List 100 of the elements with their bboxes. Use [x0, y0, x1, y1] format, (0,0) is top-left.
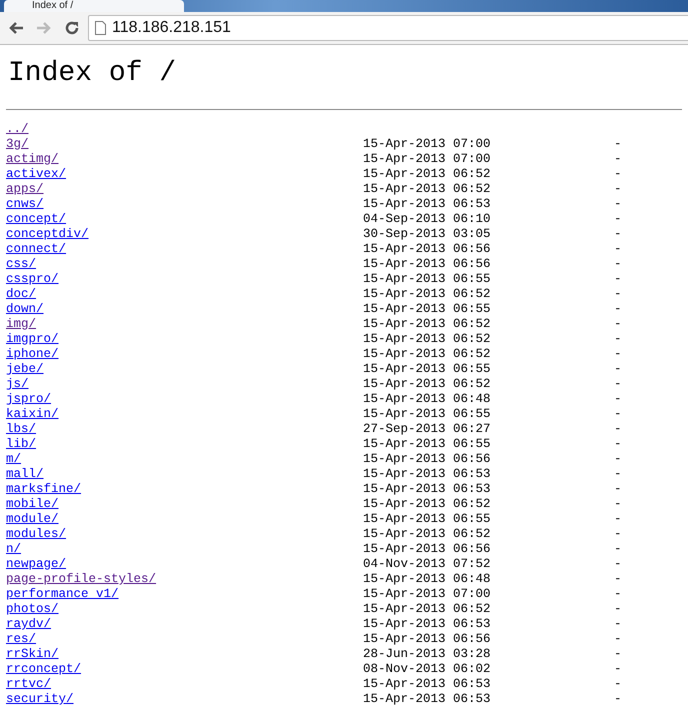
directory-link[interactable]: jebe/: [6, 362, 44, 376]
directory-link[interactable]: connect/: [6, 242, 66, 256]
size-text: -: [614, 557, 622, 572]
directory-link[interactable]: concept/: [6, 212, 66, 226]
size-text: -: [614, 152, 622, 167]
size-text: -: [614, 317, 622, 332]
directory-link[interactable]: mall/: [6, 467, 44, 481]
size-text: -: [614, 482, 622, 497]
address-bar[interactable]: 118.186.218.151: [88, 15, 688, 41]
directory-link[interactable]: modules/: [6, 527, 66, 541]
directory-link[interactable]: photos/: [6, 602, 59, 616]
modified-date: 15-Apr-2013 06:52: [363, 317, 492, 332]
directory-link[interactable]: page-profile-styles/: [6, 572, 156, 586]
modified-date: 15-Apr-2013 06:53: [363, 692, 492, 707]
modified-date: 15-Apr-2013 06:55: [363, 407, 492, 422]
modified-date: 15-Apr-2013 06:56: [363, 452, 492, 467]
size-text: -: [614, 182, 622, 197]
directory-link[interactable]: cnws/: [6, 197, 44, 211]
size-text: -: [614, 257, 622, 272]
directory-link[interactable]: rrconcept/: [6, 662, 82, 676]
size-text: -: [614, 407, 622, 422]
directory-link[interactable]: css/: [6, 257, 36, 271]
size-text: -: [614, 617, 622, 632]
size-text: -: [614, 587, 622, 602]
size-text: -: [614, 542, 622, 557]
size-text: -: [614, 677, 622, 692]
modified-date: 15-Apr-2013 06:53: [363, 197, 492, 212]
browser-tab[interactable]: Index of /: [4, 0, 184, 12]
directory-link[interactable]: down/: [6, 302, 44, 316]
size-text: -: [614, 437, 622, 452]
size-text: -: [614, 137, 622, 152]
modified-date: 15-Apr-2013 06:53: [363, 467, 492, 482]
modified-date: 15-Apr-2013 06:55: [363, 437, 492, 452]
modified-date: 04-Nov-2013 07:52: [363, 557, 492, 572]
directory-link[interactable]: performance v1/: [6, 587, 119, 601]
modified-date: 15-Apr-2013 06:53: [363, 617, 492, 632]
directory-link[interactable]: res/: [6, 632, 36, 646]
size-text: -: [614, 347, 622, 362]
directory-link[interactable]: conceptdiv/: [6, 227, 89, 241]
size-text: -: [614, 467, 622, 482]
directory-link[interactable]: js/: [6, 377, 29, 391]
size-text: -: [614, 662, 622, 677]
modified-date: 15-Apr-2013 06:55: [363, 272, 492, 287]
modified-date: 15-Apr-2013 06:52: [363, 527, 492, 542]
reload-icon: [64, 20, 80, 36]
right-arrow-icon: [36, 21, 52, 35]
size-text: -: [614, 212, 622, 227]
modified-date: 15-Apr-2013 06:52: [363, 377, 492, 392]
directory-link[interactable]: kaixin/: [6, 407, 59, 421]
modified-date: 15-Apr-2013 06:52: [363, 497, 492, 512]
directory-link[interactable]: iphone/: [6, 347, 59, 361]
size-text: -: [614, 632, 622, 647]
directory-link[interactable]: raydv/: [6, 617, 52, 631]
modified-date: 15-Apr-2013 07:00: [363, 152, 492, 167]
size-text: -: [614, 332, 622, 347]
directory-link[interactable]: module/: [6, 512, 59, 526]
directory-link[interactable]: ../: [6, 122, 29, 136]
directory-link[interactable]: newpage/: [6, 557, 66, 571]
directory-link[interactable]: lbs/: [6, 422, 36, 436]
modified-date: 15-Apr-2013 06:52: [363, 347, 492, 362]
modified-date: 15-Apr-2013 06:56: [363, 257, 492, 272]
modified-date: 15-Apr-2013 06:55: [363, 302, 492, 317]
directory-link[interactable]: actimg/: [6, 152, 59, 166]
modified-date: 15-Apr-2013 06:53: [363, 677, 492, 692]
modified-date: 15-Apr-2013 06:48: [363, 392, 492, 407]
directory-link[interactable]: imgpro/: [6, 332, 59, 346]
directory-link[interactable]: rrtvc/: [6, 677, 52, 691]
modified-date: 15-Apr-2013 06:52: [363, 332, 492, 347]
directory-link[interactable]: jspro/: [6, 392, 52, 406]
size-text: -: [614, 572, 622, 587]
size-text: -: [614, 512, 622, 527]
size-text: -: [614, 452, 622, 467]
size-text: -: [614, 167, 622, 182]
modified-date: 15-Apr-2013 06:52: [363, 602, 492, 617]
modified-date: 15-Apr-2013 06:52: [363, 182, 492, 197]
directory-link[interactable]: lib/: [6, 437, 36, 451]
directory-link[interactable]: img/: [6, 317, 36, 331]
left-arrow-icon: [8, 21, 24, 35]
directory-link[interactable]: csspro/: [6, 272, 59, 286]
directory-link[interactable]: activex/: [6, 167, 66, 181]
directory-link[interactable]: mobile/: [6, 497, 59, 511]
page-icon: [95, 21, 106, 35]
size-text: -: [614, 497, 622, 512]
modified-date: 04-Sep-2013 06:10: [363, 212, 492, 227]
directory-link[interactable]: doc/: [6, 287, 36, 301]
directory-link[interactable]: 3g/: [6, 137, 29, 151]
size-text: -: [614, 377, 622, 392]
modified-date: 08-Nov-2013 06:02: [363, 662, 492, 677]
directory-link[interactable]: marksfine/: [6, 482, 82, 496]
directory-link[interactable]: n/: [6, 542, 22, 556]
directory-link[interactable]: m/: [6, 452, 22, 466]
size-text: -: [614, 197, 622, 212]
url-text: 118.186.218.151: [112, 19, 231, 37]
size-text: -: [614, 392, 622, 407]
directory-link[interactable]: rrSkin/: [6, 647, 59, 661]
directory-link[interactable]: apps/: [6, 182, 44, 196]
size-text: -: [614, 302, 622, 317]
modified-date: 15-Apr-2013 06:56: [363, 632, 492, 647]
size-text: -: [614, 647, 622, 662]
directory-link[interactable]: security/: [6, 692, 74, 706]
